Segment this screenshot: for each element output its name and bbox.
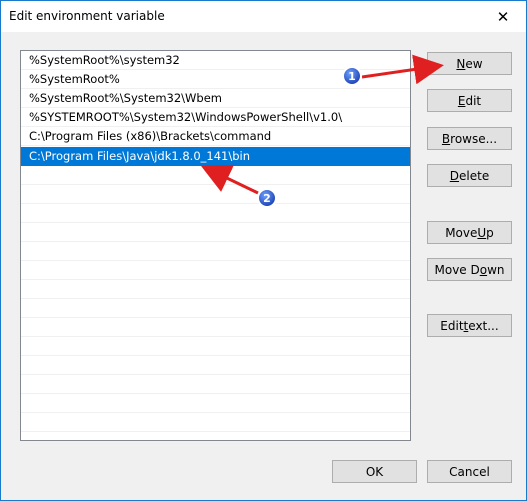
move-up-button[interactable]: Move Up bbox=[427, 221, 512, 244]
button-label: Move D bbox=[434, 262, 480, 277]
new-button[interactable]: New bbox=[427, 52, 512, 75]
button-label: ext... bbox=[468, 318, 499, 333]
move-down-button[interactable]: Move Do wn bbox=[427, 258, 512, 281]
list-item-empty[interactable] bbox=[21, 185, 410, 204]
list-item-text: %SystemRoot% bbox=[29, 72, 120, 86]
button-label: Cancel bbox=[449, 464, 490, 479]
close-icon: ✕ bbox=[496, 7, 510, 26]
button-label-mnemonic: E bbox=[457, 93, 466, 108]
button-label: OK bbox=[365, 464, 384, 479]
list-item[interactable]: %SystemRoot%\system32 bbox=[21, 51, 410, 70]
window-title: Edit environment variable bbox=[9, 9, 165, 23]
list-item-empty[interactable] bbox=[21, 280, 410, 299]
list-item-empty[interactable] bbox=[21, 337, 410, 356]
list-item[interactable]: %SystemRoot% bbox=[21, 70, 410, 89]
list-item-empty[interactable] bbox=[21, 223, 410, 242]
list-item-empty[interactable] bbox=[21, 318, 410, 337]
button-label: wn bbox=[487, 262, 505, 277]
button-label: Move bbox=[445, 225, 478, 240]
button-label: rowse... bbox=[450, 131, 498, 146]
edit-button[interactable]: Edit bbox=[427, 89, 512, 112]
button-label-mnemonic: B bbox=[441, 131, 451, 146]
delete-button[interactable]: Delete bbox=[427, 164, 512, 187]
list-item-text: C:\Program Files\Java\jdk1.8.0_141\bin bbox=[29, 149, 251, 163]
button-label: elete bbox=[459, 168, 490, 183]
list-item-empty[interactable] bbox=[21, 375, 410, 394]
button-label: p bbox=[486, 225, 494, 240]
list-item[interactable]: %SystemRoot%\System32\Wbem bbox=[21, 89, 410, 108]
list-item-empty[interactable] bbox=[21, 166, 410, 185]
list-item[interactable]: %SYSTEMROOT%\System32\WindowsPowerShell\… bbox=[21, 108, 410, 127]
list-item-selected[interactable]: C:\Program Files\Java\jdk1.8.0_141\bin bbox=[21, 147, 410, 166]
cancel-button[interactable]: Cancel bbox=[427, 460, 512, 483]
list-item-text: %SystemRoot%\System32\Wbem bbox=[29, 91, 223, 105]
button-label: dit bbox=[465, 93, 482, 108]
list-item-empty[interactable] bbox=[21, 299, 410, 318]
edit-text-button[interactable]: Edit t ext... bbox=[427, 314, 512, 337]
list-item-text: %SystemRoot%\system32 bbox=[29, 53, 180, 67]
button-label: Edit bbox=[440, 318, 464, 333]
button-label-mnemonic: D bbox=[449, 168, 460, 183]
list-item[interactable]: C:\Program Files (x86)\Brackets\command bbox=[21, 127, 410, 146]
ok-button[interactable]: OK bbox=[332, 460, 417, 483]
list-item-empty[interactable] bbox=[21, 356, 410, 375]
button-label-mnemonic: o bbox=[479, 262, 488, 277]
list-item-empty[interactable] bbox=[21, 394, 410, 413]
button-label-mnemonic: N bbox=[456, 56, 466, 71]
button-label-mnemonic: U bbox=[477, 225, 487, 240]
browse-button[interactable]: Browse... bbox=[427, 127, 512, 150]
title-bar[interactable]: Edit environment variable ✕ bbox=[1, 1, 526, 32]
close-button[interactable]: ✕ bbox=[480, 1, 526, 32]
list-item-empty[interactable] bbox=[21, 261, 410, 280]
list-item-empty[interactable] bbox=[21, 413, 410, 432]
edit-environment-variable-dialog: Edit environment variable ✕ %SystemRoot%… bbox=[0, 0, 527, 501]
list-item-empty[interactable] bbox=[21, 204, 410, 223]
list-item-text: C:\Program Files (x86)\Brackets\command bbox=[29, 129, 272, 143]
list-item-empty[interactable] bbox=[21, 242, 410, 261]
path-list[interactable]: %SystemRoot%\system32 %SystemRoot% %Syst… bbox=[20, 50, 411, 441]
list-item-text: %SYSTEMROOT%\System32\WindowsPowerShell\… bbox=[29, 110, 343, 124]
button-label: ew bbox=[465, 56, 483, 71]
